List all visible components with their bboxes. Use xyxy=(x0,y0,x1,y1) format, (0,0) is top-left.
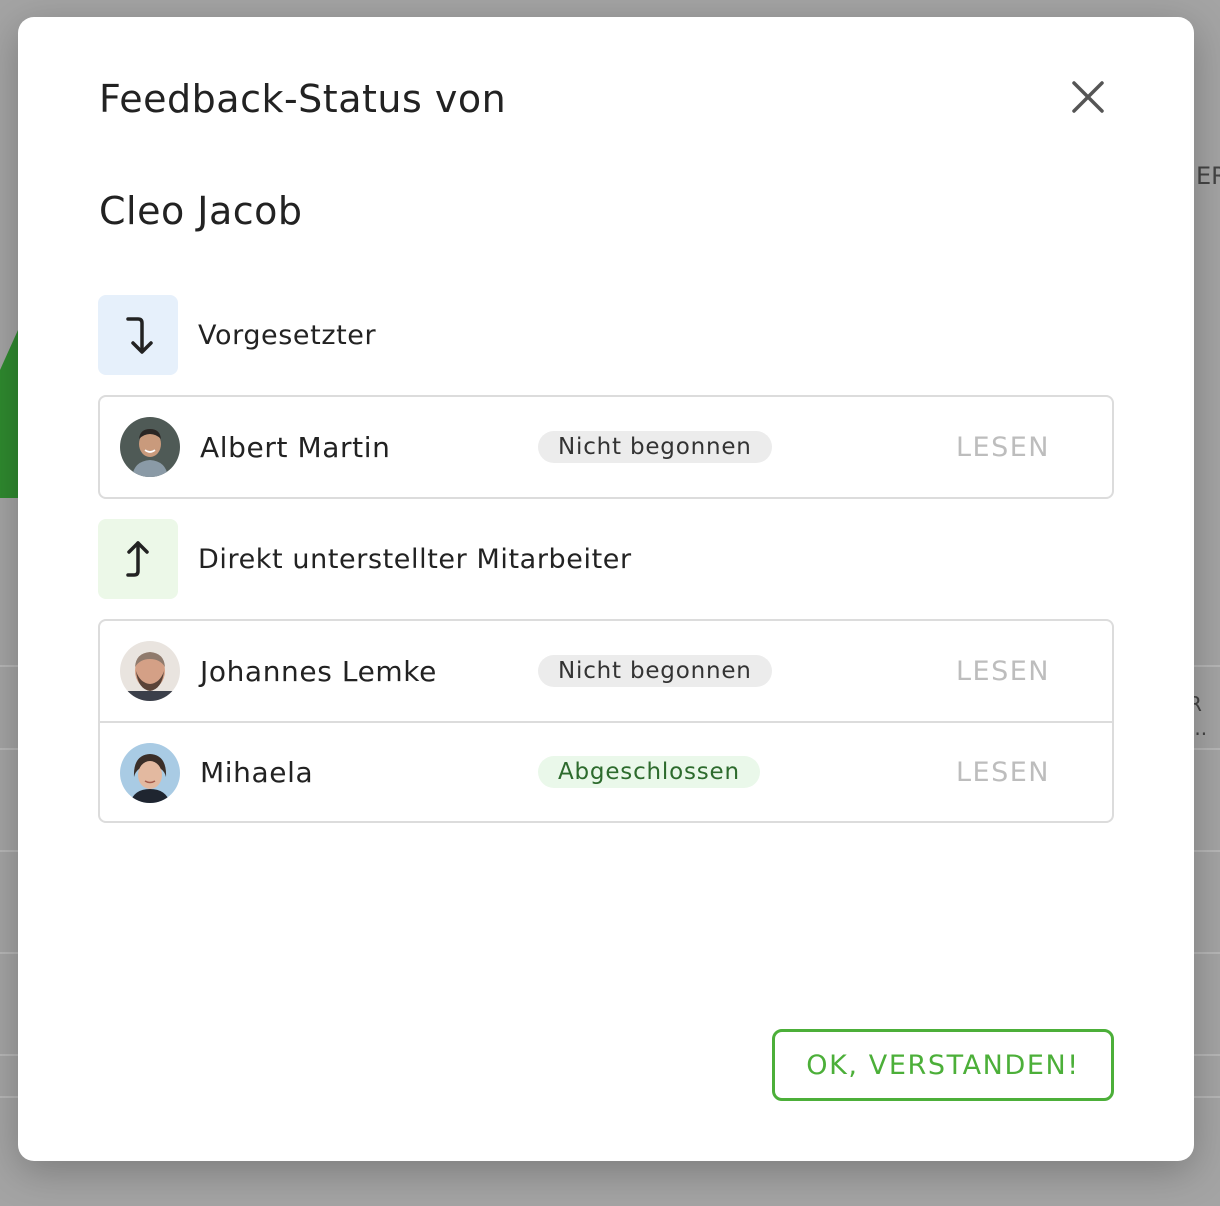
section-header-direct-reports: Direkt unterstellter Mitarbeiter xyxy=(98,519,632,599)
employee-name: Cleo Jacob xyxy=(99,189,303,233)
status-badge: Abgeschlossen xyxy=(538,756,760,788)
supervisor-list: Albert Martin Nicht begonnen LESEN xyxy=(98,395,1114,499)
reviewer-name: Johannes Lemke xyxy=(200,654,437,688)
close-icon xyxy=(1072,81,1104,113)
list-item: Johannes Lemke Nicht begonnen LESEN xyxy=(100,621,1112,721)
list-item: Albert Martin Nicht begonnen LESEN xyxy=(100,397,1112,497)
reviewer-name: Albert Martin xyxy=(200,430,391,464)
close-button[interactable] xyxy=(1070,79,1106,115)
ok-understood-button[interactable]: OK, VERSTANDEN! xyxy=(772,1029,1114,1101)
reviewer-name: Mihaela xyxy=(200,755,314,789)
section-icon-box xyxy=(98,519,178,599)
read-button[interactable]: LESEN xyxy=(956,432,1050,463)
background-text: ER xyxy=(1196,162,1220,190)
avatar xyxy=(120,417,180,477)
feedback-status-dialog: Feedback-Status von Cleo Jacob Vorgesetz… xyxy=(18,17,1194,1161)
section-icon-box xyxy=(98,295,178,375)
arrow-down-turn-icon xyxy=(126,317,153,354)
read-button[interactable]: LESEN xyxy=(956,656,1050,687)
section-label: Direkt unterstellter Mitarbeiter xyxy=(198,543,632,575)
list-item: Mihaela Abgeschlossen LESEN xyxy=(100,721,1112,821)
section-label: Vorgesetzter xyxy=(198,319,377,351)
avatar xyxy=(120,743,180,803)
direct-reports-list: Johannes Lemke Nicht begonnen LESEN Miha… xyxy=(98,619,1114,823)
avatar xyxy=(120,641,180,701)
section-header-supervisor: Vorgesetzter xyxy=(98,295,376,375)
read-button[interactable]: LESEN xyxy=(956,757,1050,788)
arrow-up-turn-icon xyxy=(126,541,149,577)
status-badge: Nicht begonnen xyxy=(538,431,772,463)
dialog-title: Feedback-Status von xyxy=(99,77,507,121)
status-badge: Nicht begonnen xyxy=(538,655,772,687)
